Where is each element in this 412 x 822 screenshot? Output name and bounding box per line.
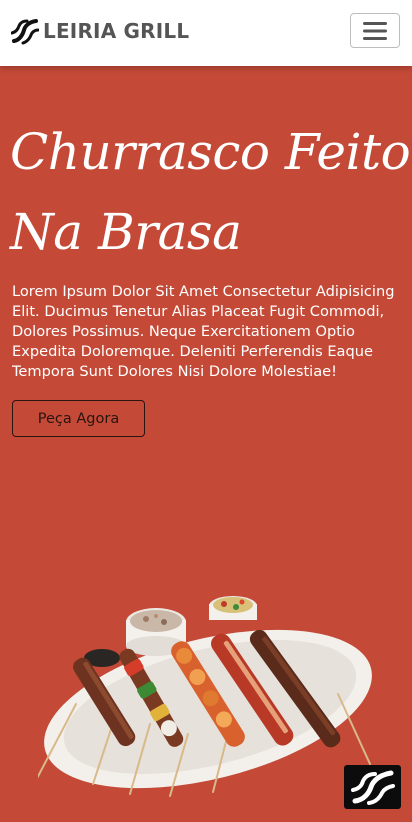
brand-link[interactable]: LEIRIA GRILL	[11, 16, 189, 46]
menu-toggle-button[interactable]	[350, 13, 400, 48]
hero-description: Lorem Ipsum Dolor Sit Amet Consectetur A…	[12, 283, 395, 380]
hero-section: Churrasco Feito Na Brasa Lorem Ipsum Dol…	[0, 66, 412, 822]
hero-title: Churrasco Feito Na Brasa	[10, 112, 411, 272]
grill-skewer-icon	[11, 19, 39, 45]
hamburger-menu-icon	[363, 21, 387, 40]
hero-title-line-1: Churrasco Feito	[10, 123, 411, 181]
floating-grill-button[interactable]	[344, 765, 401, 809]
grill-skewer-icon	[350, 770, 395, 805]
grilled-skewers-image	[38, 596, 372, 797]
navbar: LEIRIA GRILL	[0, 0, 412, 66]
order-now-button[interactable]: Peça Agora	[12, 400, 145, 437]
brand-name: LEIRIA GRILL	[43, 19, 190, 43]
hero-title-line-2: Na Brasa	[10, 203, 242, 261]
